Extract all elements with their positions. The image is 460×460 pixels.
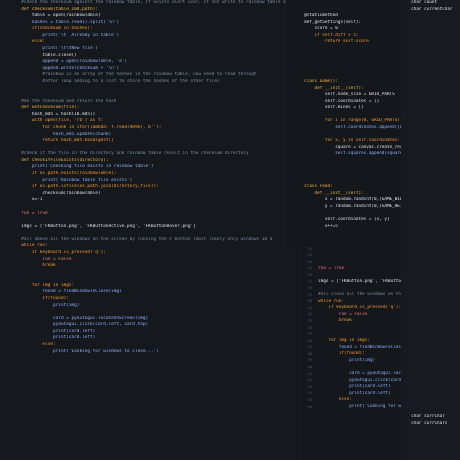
right-top-line-gutter xyxy=(286,0,297,246)
far-right-code-line xyxy=(406,322,460,329)
far-right-code-line xyxy=(406,112,460,119)
line-number: 24 xyxy=(307,259,312,264)
far-right-code-line xyxy=(406,224,460,231)
far-right-code-line xyxy=(406,335,460,342)
line-number: 46 xyxy=(307,404,312,409)
line-number: 45 xyxy=(307,397,312,402)
far-right-code-line xyxy=(406,171,460,178)
far-right-code-line xyxy=(406,401,460,408)
line-number: 23 xyxy=(307,253,312,258)
line-number: 29 xyxy=(307,292,312,297)
line-number: 28 xyxy=(307,286,312,291)
line-number: 32 xyxy=(307,312,312,317)
far-right-code-line xyxy=(406,132,460,139)
far-right-code-line xyxy=(406,72,460,79)
far-right-code-line xyxy=(406,197,460,204)
far-right-code-line xyxy=(406,39,460,46)
far-right-code-line xyxy=(406,309,460,316)
far-right-code-line xyxy=(406,59,460,66)
line-number: 40 xyxy=(307,365,312,370)
far-right-code-line xyxy=(406,276,460,283)
far-right-code-line xyxy=(406,217,460,224)
far-right-code-line xyxy=(406,257,460,264)
far-right-code-line xyxy=(406,349,460,356)
far-right-code-line xyxy=(406,178,460,185)
far-right-code-line xyxy=(406,270,460,277)
far-right-code-line: char currChars xyxy=(406,421,448,426)
far-right-code-line xyxy=(406,408,460,415)
right-bottom-line-gutter: 22 23 24 25 26 27 28 29 30 31 32 33 34 35 36 37 38 39 40 41… xyxy=(300,246,312,460)
line-number: 41 xyxy=(307,371,312,376)
far-right-code-line xyxy=(406,329,460,336)
far-right-code-line xyxy=(406,20,460,27)
far-right-code-line xyxy=(406,53,460,60)
line-number: 31 xyxy=(307,305,312,310)
far-right-code-line xyxy=(406,164,460,171)
far-right-code-line xyxy=(406,395,460,402)
far-right-code-line xyxy=(406,184,460,191)
line-number: 38 xyxy=(307,351,312,356)
far-right-code-line xyxy=(406,289,460,296)
line-number: 37 xyxy=(307,345,312,350)
far-right-code-line xyxy=(406,145,460,152)
far-right-code-line xyxy=(406,382,460,389)
far-right-code-line xyxy=(406,263,460,270)
far-right-code-line xyxy=(406,388,460,395)
line-number: 35 xyxy=(307,332,312,337)
far-right-code-line xyxy=(406,303,460,310)
far-right-code-line: char currentChar xyxy=(406,6,453,12)
line-number: 22 xyxy=(307,246,312,251)
far-right-code-line xyxy=(406,33,460,40)
far-right-code-line xyxy=(406,237,460,244)
line-number: 34 xyxy=(307,325,312,330)
far-right-code-line xyxy=(406,105,460,112)
far-right-code-line xyxy=(406,250,460,257)
line-number: 44 xyxy=(307,391,312,396)
far-right-code-line xyxy=(406,243,460,250)
line-number: 43 xyxy=(307,384,312,389)
far-right-code-line xyxy=(406,204,460,211)
line-number: 33 xyxy=(307,318,312,323)
far-right-code-line xyxy=(406,13,460,20)
far-right-code-line xyxy=(406,125,460,132)
far-right-code-line xyxy=(406,66,460,73)
left-line-gutter xyxy=(0,0,16,460)
far-right-code-line xyxy=(406,26,460,33)
line-number: 27 xyxy=(307,279,312,284)
line-number: 36 xyxy=(307,338,312,343)
far-right-code-line: char count xyxy=(406,0,438,5)
far-right-code-line xyxy=(406,211,460,218)
code-editor-screenshot: #check the checksum against the rainbow … xyxy=(0,0,460,460)
far-right-code-line xyxy=(406,86,460,93)
far-right-code-area[interactable]: char count char currentChar char currCha… xyxy=(406,0,460,460)
line-number: 30 xyxy=(307,299,312,304)
far-right-code-line: char currChar xyxy=(406,414,445,420)
far-right-code-line xyxy=(406,118,460,125)
far-right-code-line xyxy=(406,79,460,86)
far-right-code-line xyxy=(406,46,460,53)
far-right-code-line xyxy=(406,151,460,158)
far-right-code-line xyxy=(406,99,460,106)
far-right-editor-pane: char count char currentChar char currCha… xyxy=(401,0,460,460)
far-right-code-line xyxy=(406,158,460,165)
far-right-code-line xyxy=(406,283,460,290)
far-right-code-line xyxy=(406,92,460,99)
far-right-code-line xyxy=(406,368,460,375)
line-number: 26 xyxy=(307,272,312,277)
line-number: 42 xyxy=(307,378,312,383)
line-number: 39 xyxy=(307,358,312,363)
far-right-code-line xyxy=(406,375,460,382)
far-right-code-line xyxy=(406,138,460,145)
far-right-code-line xyxy=(406,230,460,237)
far-right-code-line xyxy=(406,296,460,303)
far-right-code-line xyxy=(406,342,460,349)
far-right-code-line xyxy=(406,355,460,362)
line-number: 25 xyxy=(307,266,312,271)
far-right-code-line xyxy=(406,316,460,323)
far-right-code-line xyxy=(406,362,460,369)
far-right-code-line xyxy=(406,191,460,198)
